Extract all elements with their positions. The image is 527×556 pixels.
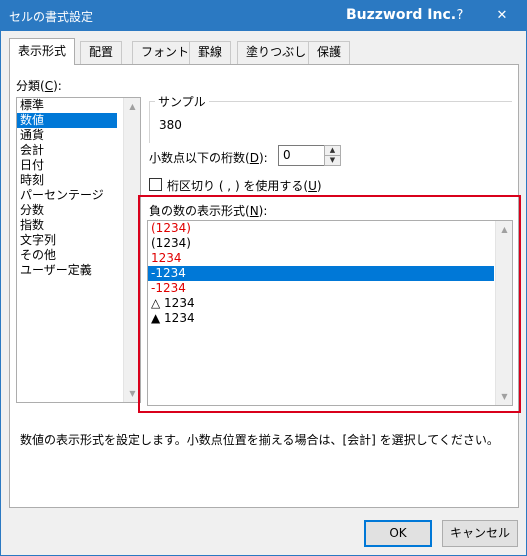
category-item-date[interactable]: 日付 [17,158,140,173]
category-item-scientific[interactable]: 指数 [17,218,140,233]
format-description: 数値の表示形式を設定します。小数点位置を揃える場合は、[会計] を選択してくださ… [20,433,499,447]
tab-fill[interactable]: 塗りつぶし [237,41,316,64]
sample-legend: サンプル [155,93,209,110]
category-item-text[interactable]: 文字列 [17,233,140,248]
scroll-up-icon[interactable]: ▲ [496,221,512,238]
category-item-number[interactable]: 数値 [17,113,117,128]
negative-format-option[interactable]: (1234) [148,221,512,236]
category-list[interactable]: 標準 数値 通貨 会計 日付 時刻 パーセンテージ 分数 指数 文字列 その他 … [16,97,141,403]
scroll-up-icon[interactable]: ▲ [124,98,140,115]
thousands-separator-checkbox[interactable] [149,178,162,191]
format-cells-dialog: セルの書式設定 Buzzword Inc. ? ✕ 表示形式 配置 フォント 罫… [0,0,527,556]
negative-list-scrollbar[interactable]: ▲ ▼ [495,221,512,405]
help-button[interactable]: ? [446,5,474,27]
negative-format-option[interactable]: -1234 [148,266,494,281]
decimal-places-stepper[interactable]: ▲ ▼ [324,145,341,166]
category-item-percentage[interactable]: パーセンテージ [17,188,140,203]
negative-numbers-list[interactable]: (1234) (1234) 1234 -1234 -1234 △ 1234 ▲ … [147,220,513,406]
cancel-button[interactable]: キャンセル [442,520,518,547]
title-bar[interactable]: セルの書式設定 Buzzword Inc. ? ✕ [1,1,526,31]
negative-numbers-label: 負の数の表示形式(N): [149,204,268,218]
decimal-places-label: 小数点以下の桁数(D): [149,151,268,165]
category-item-special[interactable]: その他 [17,248,140,263]
sample-value: 380 [159,118,182,132]
category-item-custom[interactable]: ユーザー定義 [17,263,140,278]
tab-border[interactable]: 罫線 [189,41,232,64]
close-button[interactable]: ✕ [488,5,516,27]
tab-number[interactable]: 表示形式 [9,38,76,65]
negative-format-option[interactable]: 1234 [148,251,512,266]
ok-button[interactable]: OK [364,520,432,547]
scroll-down-icon[interactable]: ▼ [496,388,512,405]
negative-format-option[interactable]: -1234 [148,281,512,296]
brand-label: Buzzword Inc. [346,7,457,23]
tab-protection[interactable]: 保護 [308,41,351,64]
stepper-up-icon[interactable]: ▲ [325,146,340,155]
category-item-fraction[interactable]: 分数 [17,203,140,218]
category-item-currency[interactable]: 通貨 [17,128,140,143]
category-item-time[interactable]: 時刻 [17,173,140,188]
dialog-title: セルの書式設定 [9,10,94,24]
number-tab-panel: 分類(C): 標準 数値 通貨 会計 日付 時刻 パーセンテージ 分数 指数 文… [9,64,521,508]
negative-format-option[interactable]: ▲ 1234 [148,311,512,326]
thousands-separator-label[interactable]: 桁区切り ( , ) を使用する(U) [167,177,322,194]
category-item-accounting[interactable]: 会計 [17,143,140,158]
decimal-places-input[interactable]: 0 [278,145,330,166]
stepper-down-icon[interactable]: ▼ [325,155,340,165]
category-item-general[interactable]: 標準 [17,98,140,113]
negative-format-option[interactable]: △ 1234 [148,296,512,311]
category-label: 分類(C): [16,79,62,93]
negative-format-option[interactable]: (1234) [148,236,512,251]
tab-alignment[interactable]: 配置 [80,41,123,64]
sample-group: サンプル 380 [149,93,512,143]
